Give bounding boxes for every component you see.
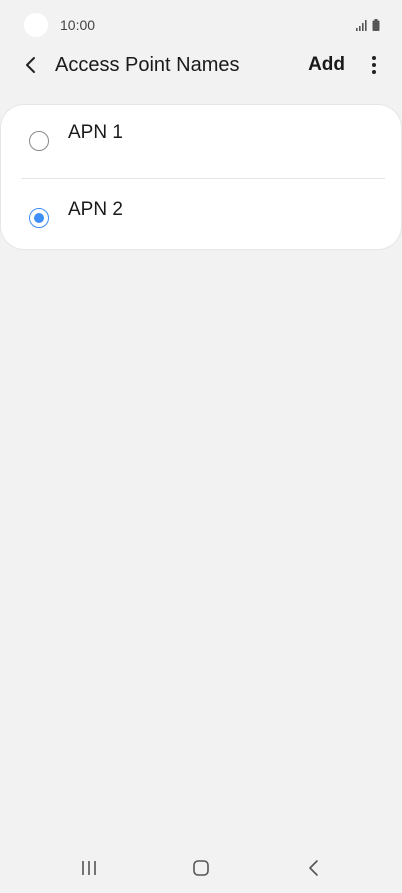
chevron-left-icon[interactable] bbox=[20, 54, 42, 76]
more-vertical-icon[interactable] bbox=[370, 54, 378, 76]
apn-item-2[interactable]: APN 2 bbox=[1, 179, 402, 251]
add-button[interactable]: Add bbox=[308, 54, 345, 76]
apn-item-1[interactable]: APN 1 bbox=[1, 105, 402, 177]
back-icon[interactable] bbox=[305, 858, 323, 878]
apn-2-label: APN 2 bbox=[68, 199, 123, 220]
status-icons bbox=[356, 17, 380, 31]
status-bar: 10:00 bbox=[0, 10, 402, 38]
apn-1-label: APN 1 bbox=[68, 122, 123, 143]
apn-2-radio[interactable] bbox=[29, 208, 49, 228]
recents-icon[interactable] bbox=[78, 859, 100, 877]
status-time: 10:00 bbox=[60, 17, 96, 33]
apn-list: APN 1 APN 2 bbox=[0, 104, 402, 250]
navigation-bar bbox=[0, 845, 402, 893]
app-bar: Access Point Names Add bbox=[0, 46, 402, 86]
home-icon[interactable] bbox=[191, 858, 211, 878]
signal-icon bbox=[356, 20, 367, 31]
battery-icon bbox=[372, 19, 380, 31]
apn-1-radio[interactable] bbox=[29, 131, 49, 151]
camera-cutout bbox=[24, 13, 48, 37]
screen: 10:00 Access Point Names Add APN 1 APN 2 bbox=[0, 0, 402, 893]
page-title: Access Point Names bbox=[55, 54, 240, 76]
